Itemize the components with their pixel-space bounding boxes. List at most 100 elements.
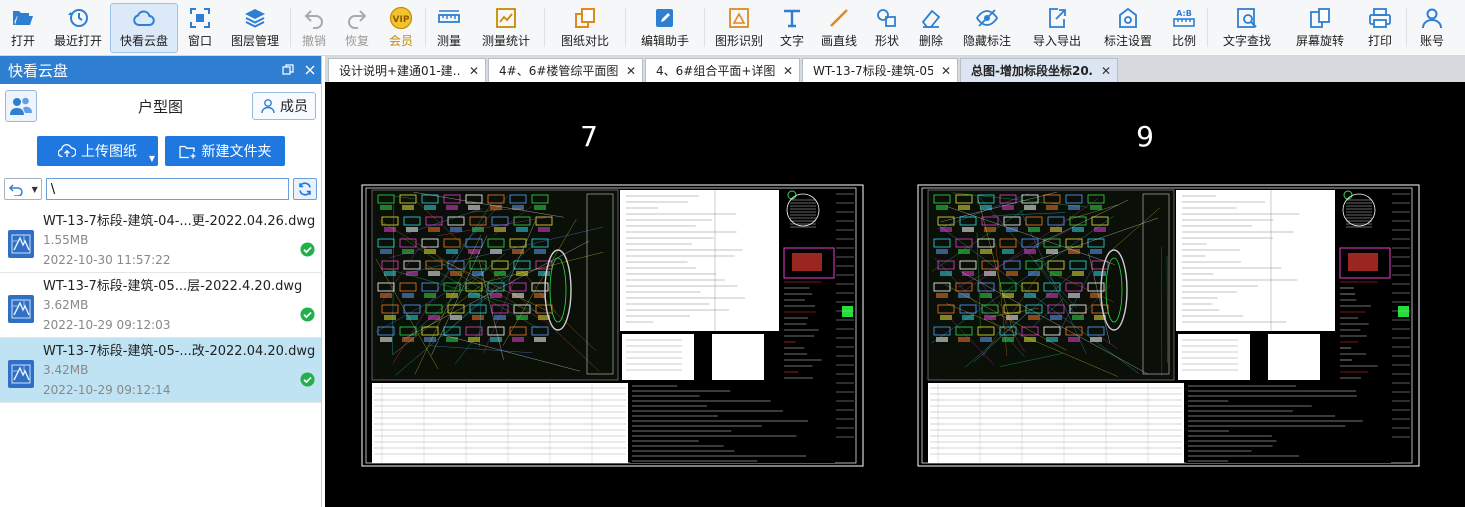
refresh-button[interactable] bbox=[293, 178, 317, 200]
members-label: 成员 bbox=[280, 99, 308, 115]
close-tab-icon[interactable]: ✕ bbox=[783, 64, 793, 78]
toolbar-account-button[interactable]: 账号 bbox=[1409, 0, 1455, 55]
upload-button[interactable]: 上传图纸 ▼ bbox=[37, 136, 158, 166]
site-plan bbox=[927, 189, 1175, 381]
toolbar-text-button[interactable]: 文字 bbox=[771, 0, 813, 55]
file-list-item[interactable]: WT-13-7标段-建筑-04-...更-2022.04.26.dwg 1.55M… bbox=[0, 208, 321, 273]
file-info: WT-13-7标段-建筑-05-...改-2022.04.20.dwg 3.42M… bbox=[43, 343, 321, 398]
toolbar-redo-button[interactable]: 恢复 bbox=[335, 0, 379, 55]
toolbar-shape-button[interactable]: 形状 bbox=[865, 0, 909, 55]
close-tab-icon[interactable]: ✕ bbox=[1101, 64, 1111, 78]
toolbar-separator bbox=[704, 8, 705, 47]
scale-icon: A:B bbox=[1173, 9, 1195, 27]
toolbar-separator bbox=[1207, 8, 1208, 47]
sync-check-icon bbox=[300, 307, 315, 322]
file-info: WT-13-7标段-建筑-05...层-2022.4.20.dwg 3.62MB 2… bbox=[43, 278, 321, 333]
folder-header: 户型图 成员 bbox=[0, 84, 321, 128]
shape-recognition-icon bbox=[729, 8, 749, 28]
window-icon bbox=[190, 8, 210, 28]
close-tab-icon[interactable]: ✕ bbox=[469, 64, 479, 78]
toolbar-window-button[interactable]: 窗口 bbox=[178, 0, 222, 55]
close-tab-icon[interactable]: ✕ bbox=[626, 64, 636, 78]
toolbar-line-button[interactable]: 画直线 bbox=[813, 0, 865, 55]
document-tab[interactable]: 设计说明+建通01-建… ✕ bbox=[328, 58, 486, 82]
toolbar-edit-assist-button[interactable]: 编辑助手 bbox=[628, 0, 702, 55]
members-button[interactable]: 成员 bbox=[252, 92, 316, 120]
upload-dropdown-icon[interactable]: ▼ bbox=[149, 154, 155, 163]
restore-icon[interactable] bbox=[277, 59, 299, 81]
close-sidebar-icon[interactable] bbox=[299, 59, 321, 81]
toolbar-label: 快看云盘 bbox=[119, 34, 168, 48]
history-icon bbox=[68, 9, 88, 27]
new-folder-button[interactable]: 新建文件夹 bbox=[165, 136, 285, 166]
toolbar-measure-button[interactable]: 测量 bbox=[428, 0, 470, 55]
toolbar-scale-button[interactable]: A:B 比例 bbox=[1163, 0, 1205, 55]
back-button[interactable]: ▼ bbox=[4, 178, 42, 200]
file-date: 2022-10-29 09:12:14 bbox=[43, 383, 171, 397]
toolbar-label: 测量统计 bbox=[481, 34, 530, 48]
dwg-file-icon bbox=[8, 295, 34, 323]
team-icon bbox=[10, 97, 32, 115]
toolbar-delete-button[interactable]: 删除 bbox=[909, 0, 953, 55]
toolbar-print-button[interactable]: 打印 bbox=[1356, 0, 1404, 55]
eraser-icon bbox=[921, 9, 941, 28]
document-tab[interactable]: 4#、6#楼管综平面图 ✕ bbox=[488, 58, 643, 82]
toolbar-undo-button[interactable]: 撤销 bbox=[293, 0, 335, 55]
sync-check-icon bbox=[300, 242, 315, 257]
notes-table bbox=[1176, 190, 1335, 380]
document-tab[interactable]: WT-13-7标段-建筑-05… ✕ bbox=[802, 58, 958, 82]
text-search-icon bbox=[1237, 8, 1257, 28]
toolbar-separator bbox=[290, 8, 291, 47]
eye-hidden-icon bbox=[975, 9, 999, 27]
compare-icon bbox=[575, 8, 595, 28]
toolbar-layers-button[interactable]: 图层管理 bbox=[222, 0, 288, 55]
document-tab[interactable]: 4、6#组合平面+详图 ✕ bbox=[645, 58, 800, 82]
cloud-sidebar: 快看云盘 户型图 成员 上传图纸 ▼ 新建文件夹 ▼ WT-13-7标段-建筑-… bbox=[0, 56, 322, 507]
layers-icon bbox=[245, 9, 265, 28]
user-icon bbox=[1422, 8, 1442, 29]
back-dropdown-icon[interactable]: ▼ bbox=[32, 185, 38, 194]
document-tab[interactable]: 总图-增加标段坐标20… ✕ bbox=[960, 58, 1118, 82]
toolbar-cloud-button[interactable]: 快看云盘 bbox=[110, 3, 178, 53]
file-date: 2022-10-30 11:57:22 bbox=[43, 253, 171, 267]
path-input[interactable] bbox=[45, 178, 290, 200]
toolbar-measure-stats-button[interactable]: 测量统计 bbox=[470, 0, 542, 55]
team-button[interactable] bbox=[5, 90, 37, 122]
toolbar-shape-recog-button[interactable]: 图形识别 bbox=[707, 0, 771, 55]
toolbar-text-search-button[interactable]: 文字查找 bbox=[1210, 0, 1284, 55]
toolbar-recent-button[interactable]: 最近打开 bbox=[46, 0, 110, 55]
toolbar-label: 图形识别 bbox=[714, 34, 763, 48]
back-icon bbox=[8, 184, 23, 196]
tab-label: WT-13-7标段-建筑-05… bbox=[813, 64, 933, 78]
refresh-icon bbox=[299, 182, 311, 196]
toolbar-annot-settings-button[interactable]: 标注设置 bbox=[1093, 0, 1163, 55]
toolbar-compare-button[interactable]: 图纸对比 bbox=[547, 0, 623, 55]
toolbar-vip-button[interactable]: VIP 会员 bbox=[379, 0, 423, 55]
redo-icon bbox=[348, 10, 367, 29]
toolbar-label: 恢复 bbox=[344, 34, 369, 48]
site-plan bbox=[371, 189, 619, 381]
toolbar-import-export-button[interactable]: 导入导出 bbox=[1021, 0, 1093, 55]
drawing-canvas[interactable]: 79 bbox=[325, 82, 1465, 507]
toolbar-separator bbox=[625, 8, 626, 47]
path-bar: ▼ bbox=[0, 174, 321, 204]
file-name: WT-13-7标段-建筑-04-...更-2022.04.26.dwg bbox=[43, 214, 316, 229]
cloud-upload-icon bbox=[58, 144, 76, 158]
edit-assist-icon bbox=[656, 9, 673, 27]
file-list-item[interactable]: WT-13-7标段-建筑-05-...改-2022.04.20.dwg 3.42M… bbox=[0, 338, 321, 403]
file-list-item[interactable]: WT-13-7标段-建筑-05...层-2022.4.20.dwg 3.62MB 2… bbox=[0, 273, 321, 338]
toolbar-label: 删除 bbox=[918, 34, 943, 48]
rotate-screen-icon bbox=[1310, 8, 1330, 28]
toolbar-open-button[interactable]: 打开 bbox=[0, 0, 46, 55]
svg-text:VIP: VIP bbox=[393, 15, 410, 25]
toolbar-label: 编辑助手 bbox=[640, 34, 689, 48]
bottom-table bbox=[372, 383, 835, 463]
bottom-table bbox=[928, 383, 1391, 463]
toolbar-label: 比例 bbox=[1171, 34, 1196, 48]
tab-label: 4、6#组合平面+详图 bbox=[656, 64, 775, 78]
toolbar-hide-annot-button[interactable]: 隐藏标注 bbox=[953, 0, 1021, 55]
toolbar-rotate-button[interactable]: 屏幕旋转 bbox=[1284, 0, 1356, 55]
file-list: WT-13-7标段-建筑-04-...更-2022.04.26.dwg 1.55M… bbox=[0, 208, 321, 403]
toolbar-separator bbox=[544, 8, 545, 47]
close-tab-icon[interactable]: ✕ bbox=[941, 64, 951, 78]
